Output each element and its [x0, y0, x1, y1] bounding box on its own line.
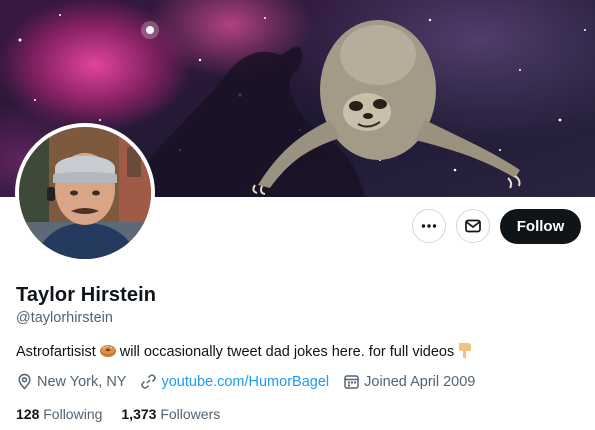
user-handle: @taylorhirstein: [16, 310, 113, 326]
profile-stats: 128 Following 1,373 Followers: [16, 406, 239, 422]
profile-meta: New York, NY youtube.com/HumorBagel Join…: [16, 373, 489, 390]
message-button[interactable]: [456, 209, 490, 243]
location-pin-icon: [18, 373, 31, 390]
calendar-icon: [344, 375, 359, 389]
bagel-emoji: [99, 342, 117, 362]
follow-button[interactable]: Follow: [500, 209, 581, 244]
joined-text: Joined April 2009: [364, 373, 476, 390]
followers-link[interactable]: 1,373 Followers: [121, 406, 220, 422]
mail-icon: [465, 219, 481, 233]
avatar-photo: [19, 127, 151, 259]
pointing-down-emoji: [457, 341, 473, 363]
bio-text-part-2: will occasionally tweet dad jokes here. …: [119, 344, 455, 360]
joined-item: Joined April 2009: [343, 373, 475, 390]
following-label: Following: [43, 406, 103, 422]
following-count: 128: [16, 406, 40, 422]
following-link[interactable]: 128 Following: [16, 406, 102, 422]
more-icon: [421, 224, 437, 228]
bio-text-part-1: Astrofartisist: [16, 344, 96, 360]
profile-avatar[interactable]: [15, 123, 155, 263]
location-item: New York, NY: [16, 373, 126, 390]
link-icon: [141, 374, 157, 389]
profile-bio: Astrofartisist will occasionally tweet d…: [16, 341, 476, 363]
location-text: New York, NY: [37, 373, 127, 390]
followers-label: Followers: [160, 406, 221, 422]
website-link[interactable]: youtube.com/HumorBagel: [161, 374, 329, 390]
more-button[interactable]: [412, 209, 446, 243]
website-item[interactable]: youtube.com/HumorBagel: [140, 373, 329, 390]
display-name: Taylor Hirstein: [16, 284, 157, 306]
followers-count: 1,373: [121, 406, 157, 422]
